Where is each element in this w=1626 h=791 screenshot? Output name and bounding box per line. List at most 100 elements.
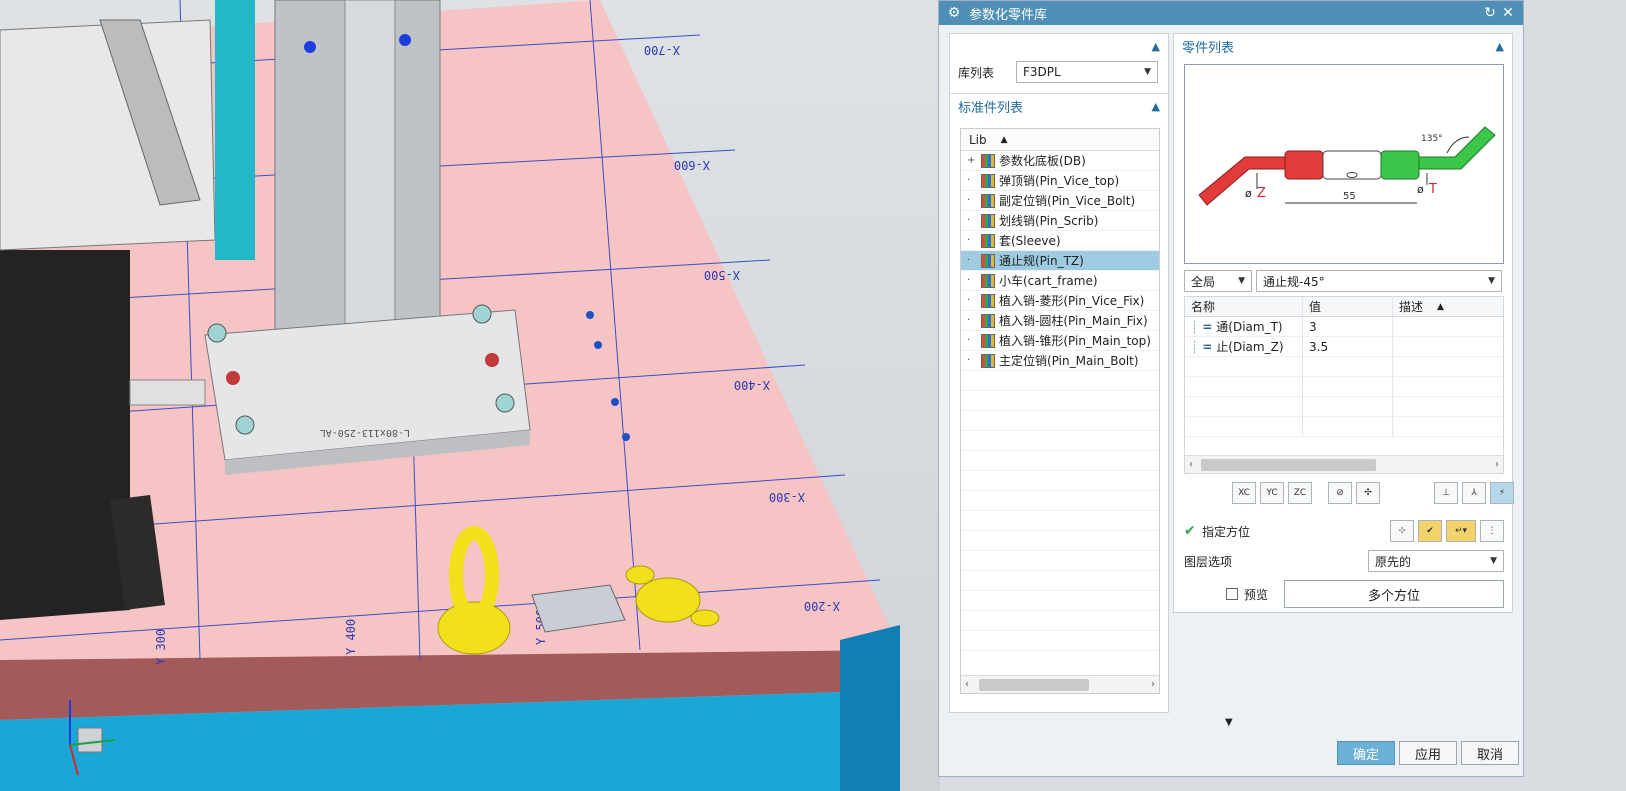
csys-icon[interactable]: ⊥ xyxy=(1434,482,1458,504)
collapse-icon[interactable]: ▲ xyxy=(1152,40,1160,53)
parts-list-header[interactable]: 零件列表 ▲ xyxy=(1174,34,1512,58)
apply-button[interactable]: 应用 xyxy=(1399,741,1457,765)
expand-more-icon[interactable]: ▼ xyxy=(1225,717,1233,728)
point-constructor-icon[interactable]: ✣ xyxy=(1356,482,1380,504)
tree-item[interactable]: · 通止规(Pin_TZ) xyxy=(961,251,1159,271)
tree-item[interactable]: · 植入销-圆柱(Pin_Main_Fix) xyxy=(961,311,1159,331)
csys-dynamic-icon[interactable]: ⅄ xyxy=(1462,482,1486,504)
orientation-point-icon[interactable]: ⋮ xyxy=(1480,520,1504,542)
gauge-red-body xyxy=(1284,150,1324,180)
preview-checkbox[interactable] xyxy=(1226,588,1238,600)
gauge-handle xyxy=(1322,150,1382,180)
cad-viewport[interactable]: X-700 X-600 X-500 X-400 X-300 X-200 Y 30… xyxy=(0,0,940,791)
param-name-cell: ┊ = 止(Diam_Z) xyxy=(1185,337,1303,356)
multi-orientation-button[interactable]: 多个方位 xyxy=(1284,580,1504,608)
col-value[interactable]: 值 xyxy=(1303,297,1393,316)
library-part-icon xyxy=(981,353,995,368)
standard-parts-tree[interactable]: Lib ▲ + 参数化底板(DB) · 弹顶销(Pin_Vice_top) · 副定位销(… xyxy=(960,128,1160,694)
parameter-empty-row xyxy=(1185,377,1503,397)
xc-axis-button[interactable]: XC xyxy=(1232,482,1256,504)
tree-hscrollbar[interactable]: ‹ › xyxy=(961,675,1159,693)
tree-empty-row xyxy=(961,591,1159,611)
scroll-right-icon[interactable]: › xyxy=(1495,459,1499,470)
yc-axis-button[interactable]: YC xyxy=(1260,482,1284,504)
scroll-thumb[interactable] xyxy=(979,679,1089,691)
tree-line-icon: ┊ xyxy=(1191,339,1199,354)
table-hscrollbar[interactable]: ‹ › xyxy=(1185,455,1503,473)
reset-icon[interactable]: ↻ xyxy=(1481,4,1499,22)
col-name[interactable]: 名称 xyxy=(1185,297,1303,316)
ok-button[interactable]: 确定 xyxy=(1337,741,1395,765)
library-section-header[interactable]: ▲ xyxy=(950,34,1168,58)
csys-active-icon[interactable]: ⚡ xyxy=(1490,482,1514,504)
label-t: T xyxy=(1428,182,1437,197)
parameter-table-header: 名称 值 描述 ▲ xyxy=(1185,297,1503,317)
parameter-row[interactable]: ┊ = 止(Diam_Z) 3.5 xyxy=(1185,337,1503,357)
app-root: X-700 X-600 X-500 X-400 X-300 X-200 Y 30… xyxy=(0,0,1626,791)
tree-item[interactable]: · 划线销(Pin_Scrib) xyxy=(961,211,1159,231)
tree-item[interactable]: · 主定位销(Pin_Main_Bolt) xyxy=(961,351,1159,371)
library-select[interactable]: F3DPL ▼ xyxy=(1016,61,1158,83)
sort-asc-icon: ▲ xyxy=(1000,134,1008,145)
col-desc[interactable]: 描述 ▲ xyxy=(1393,297,1503,316)
zc-axis-button[interactable]: ZC xyxy=(1288,482,1312,504)
tree-empty-row xyxy=(961,571,1159,591)
library-part-icon xyxy=(981,153,995,168)
param-value-cell[interactable]: 3 xyxy=(1303,317,1393,336)
tree-item-label: 套(Sleeve) xyxy=(999,234,1061,248)
grid-label-x200: X-200 xyxy=(804,599,840,613)
library-part-icon xyxy=(981,253,995,268)
orientation-csys-icon[interactable]: ⊹ xyxy=(1390,520,1414,542)
cad-scene: X-700 X-600 X-500 X-400 X-300 X-200 Y 30… xyxy=(0,0,900,791)
dim-length-label: 55 xyxy=(1343,191,1356,202)
scroll-right-icon[interactable]: › xyxy=(1151,679,1155,690)
scroll-thumb[interactable] xyxy=(1201,459,1376,471)
axis-toolbar: XC YC ZC ⊘ ✣ ⊥ ⅄ ⚡ xyxy=(1232,482,1518,504)
tree-empty-row xyxy=(961,491,1159,511)
scroll-left-icon[interactable]: ‹ xyxy=(965,679,969,690)
expand-plus-icon[interactable]: + xyxy=(967,155,977,166)
collapse-icon[interactable]: ▲ xyxy=(1152,100,1160,113)
tree-item[interactable]: · 副定位销(Pin_Vice_Bolt) xyxy=(961,191,1159,211)
sort-asc-icon: ▲ xyxy=(1437,301,1444,312)
param-desc-cell xyxy=(1393,317,1503,336)
parameter-row[interactable]: ┊ = 通(Diam_T) 3 xyxy=(1185,317,1503,337)
tree-item[interactable]: · 弹顶销(Pin_Vice_top) xyxy=(961,171,1159,191)
tree-item-label: 通止规(Pin_TZ) xyxy=(999,254,1084,268)
scroll-left-icon[interactable]: ‹ xyxy=(1189,459,1193,470)
gauge-red-tip xyxy=(1198,156,1286,206)
tree-item[interactable]: · 套(Sleeve) xyxy=(961,231,1159,251)
standard-parts-header[interactable]: 标准件列表 ▲ xyxy=(950,94,1168,118)
close-icon[interactable]: ✕ xyxy=(1499,4,1517,22)
scope-select[interactable]: 全局 ▼ xyxy=(1184,270,1252,292)
grid-label-x700: X-700 xyxy=(644,43,680,57)
tree-item[interactable]: · 植入销-菱形(Pin_Vice_Fix) xyxy=(961,291,1159,311)
preview-label: 预览 xyxy=(1244,587,1269,602)
phi-t-symbol: ø xyxy=(1417,183,1424,196)
tree-item-label: 植入销-菱形(Pin_Vice_Fix) xyxy=(999,294,1145,308)
reverse-direction-icon[interactable]: ⊘ xyxy=(1328,482,1352,504)
cancel-button[interactable]: 取消 xyxy=(1461,741,1519,765)
tree-item[interactable]: + 参数化底板(DB) xyxy=(961,151,1159,171)
parameter-table[interactable]: 名称 值 描述 ▲ ┊ = 通(Diam_T) 3 ┊ = 止(Diam_Z) 3.5 ‹ › xyxy=(1184,296,1504,474)
param-desc-cell xyxy=(1393,337,1503,356)
tree-column-header[interactable]: Lib ▲ xyxy=(961,129,1159,151)
library-part-icon xyxy=(981,333,995,348)
pin-blue-2 xyxy=(594,341,602,349)
tree-item[interactable]: · 植入销-锥形(Pin_Main_top) xyxy=(961,331,1159,351)
phi-z-symbol: ø xyxy=(1245,187,1252,200)
tree-empty-row xyxy=(961,471,1159,491)
library-row: 库列表 F3DPL ▼ xyxy=(950,58,1168,86)
orientation-options-icon[interactable]: ↵▾ xyxy=(1446,520,1476,542)
tree-item[interactable]: · 小车(cart_frame) xyxy=(961,271,1159,291)
param-value-cell[interactable]: 3.5 xyxy=(1303,337,1393,356)
gear-icon: ⚙ xyxy=(947,5,961,21)
part-variant-select[interactable]: 通止规-45° ▼ xyxy=(1256,270,1502,292)
collapse-icon[interactable]: ▲ xyxy=(1496,40,1504,53)
chevron-down-icon: ▼ xyxy=(1488,276,1495,286)
parts-list-title: 零件列表 xyxy=(1182,40,1235,56)
orientation-confirm-icon[interactable]: ✔ xyxy=(1418,520,1442,542)
tree-empty-row xyxy=(961,631,1159,651)
gauge-green-body xyxy=(1380,150,1420,180)
layer-option-select[interactable]: 原先的 ▼ xyxy=(1368,550,1504,572)
